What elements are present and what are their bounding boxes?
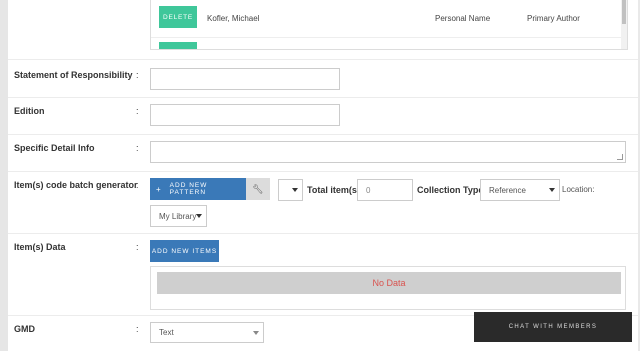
colon: : bbox=[136, 70, 139, 80]
author-name: Kofler, Michael bbox=[207, 14, 260, 23]
resize-handle-icon[interactable] bbox=[617, 154, 623, 160]
row-divider bbox=[151, 37, 621, 38]
location-label: Location: bbox=[562, 185, 595, 194]
specific-detail-row: Specific Detail Info : bbox=[8, 135, 638, 172]
author-list-scrollbar[interactable] bbox=[621, 0, 627, 49]
author-type: Personal Name bbox=[435, 14, 491, 23]
location-value: My Library bbox=[159, 211, 197, 221]
author-list: DELETE Kofler, Michael Personal Name Pri… bbox=[150, 0, 628, 50]
no-data-message: No Data bbox=[157, 272, 621, 294]
location-select[interactable]: My Library bbox=[150, 205, 207, 227]
total-items-input[interactable]: 0 bbox=[357, 179, 413, 201]
statement-row: Statement of Responsibility : bbox=[8, 60, 638, 98]
chevron-down-icon bbox=[292, 188, 298, 192]
delete-author-button[interactable]: DELETE bbox=[159, 6, 197, 28]
add-new-pattern-button[interactable]: + ADD NEW PATTERN bbox=[150, 178, 246, 200]
statement-label: Statement of Responsibility bbox=[14, 70, 133, 80]
collection-type-value: Reference bbox=[489, 185, 526, 195]
collection-type-select[interactable]: Reference bbox=[480, 179, 560, 201]
specific-detail-textarea[interactable] bbox=[150, 141, 626, 163]
gmd-value: Text bbox=[159, 328, 174, 337]
chevron-down-icon bbox=[549, 188, 555, 192]
plus-icon: + bbox=[156, 184, 162, 194]
authors-row: DELETE Kofler, Michael Personal Name Pri… bbox=[8, 0, 638, 60]
colon: : bbox=[136, 180, 139, 190]
collection-type-label: Collection Type: bbox=[417, 185, 487, 195]
author-role: Primary Author bbox=[527, 14, 580, 23]
edition-input[interactable] bbox=[150, 104, 340, 126]
left-gutter bbox=[0, 0, 8, 351]
wrench-icon[interactable]: 🔧︎ bbox=[246, 178, 270, 200]
items-data-row: Item(s) Data : ADD NEW ITEMS No Data bbox=[8, 234, 638, 316]
statement-input[interactable] bbox=[150, 68, 340, 90]
bibliography-form: DELETE Kofler, Michael Personal Name Pri… bbox=[8, 0, 638, 351]
add-new-items-button[interactable]: ADD NEW ITEMS bbox=[150, 240, 219, 262]
colon: : bbox=[136, 324, 139, 334]
pattern-select[interactable] bbox=[278, 179, 303, 201]
batch-generator-label: Item(s) code batch generator bbox=[14, 180, 138, 190]
edition-row: Edition : bbox=[8, 98, 638, 135]
batch-generator-row: Item(s) code batch generator : + ADD NEW… bbox=[8, 172, 638, 234]
colon: : bbox=[136, 106, 139, 116]
items-data-label: Item(s) Data bbox=[14, 242, 66, 252]
items-table: No Data bbox=[150, 266, 626, 310]
chevron-down-icon bbox=[253, 330, 259, 335]
specific-detail-label: Specific Detail Info bbox=[14, 143, 95, 153]
edition-label: Edition bbox=[14, 106, 45, 116]
add-new-pattern-label: ADD NEW PATTERN bbox=[169, 182, 208, 196]
chevron-down-icon bbox=[196, 214, 202, 218]
delete-author-button-2[interactable] bbox=[159, 42, 197, 49]
gmd-label: GMD bbox=[14, 324, 35, 334]
colon: : bbox=[136, 242, 139, 252]
scrollbar-thumb[interactable] bbox=[622, 0, 626, 24]
gmd-select[interactable]: Text bbox=[150, 322, 264, 343]
total-items-label: Total item(s): bbox=[307, 185, 363, 195]
colon: : bbox=[136, 143, 139, 153]
chat-with-members-button[interactable]: CHAT WITH MEMBERS bbox=[474, 312, 632, 342]
